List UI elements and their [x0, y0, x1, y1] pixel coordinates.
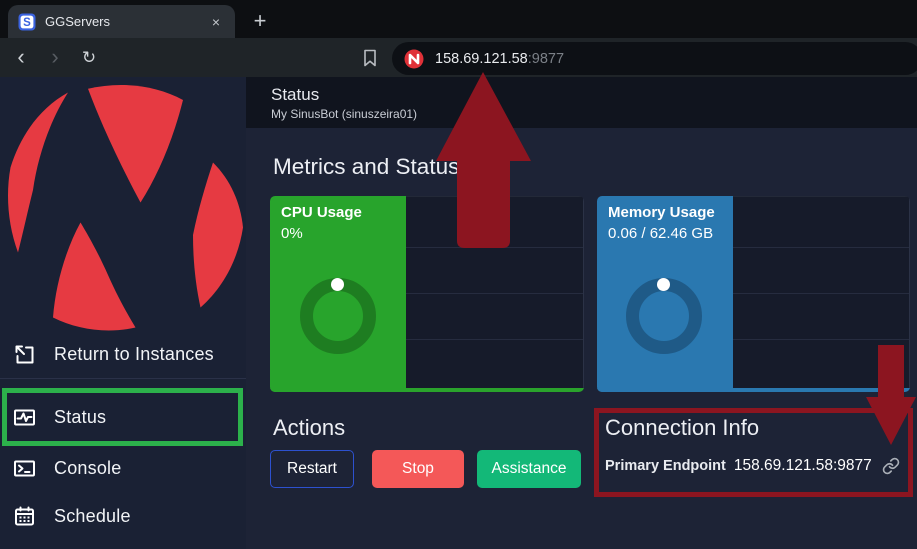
url-host[interactable]: 158.69.121.58	[435, 51, 528, 67]
connection-info-heading: Connection Info	[605, 415, 759, 441]
endpoint-label: Primary Endpoint	[605, 458, 726, 474]
sidebar-item-return-to-instances[interactable]: Return to Instances	[0, 338, 246, 370]
gridline	[406, 247, 583, 248]
back-button[interactable]: ‹	[8, 44, 34, 70]
memory-usage-chart	[733, 196, 910, 388]
sinusbot-favicon-icon	[404, 49, 424, 69]
sidebar-item-label: Console	[54, 458, 121, 479]
url-bar[interactable]: 158.69.121.58:9877	[392, 42, 917, 75]
cpu-usage-chart	[406, 196, 584, 388]
new-tab-button[interactable]: +	[247, 8, 273, 34]
cpu-gauge-indicator	[331, 278, 344, 291]
assistance-button[interactable]: Assistance	[477, 450, 581, 488]
tab-close-icon[interactable]: ×	[207, 13, 225, 31]
sidebar-item-schedule[interactable]: Schedule	[0, 500, 246, 532]
memory-gauge-indicator	[657, 278, 670, 291]
console-terminal-icon	[13, 457, 36, 480]
page-header: Status My SinusBot (sinuszeira01)	[246, 77, 917, 128]
cpu-usage-card: CPU Usage 0%	[270, 196, 584, 392]
link-icon[interactable]	[882, 457, 900, 475]
gridline	[406, 293, 583, 294]
sinusbot-logo	[0, 85, 248, 335]
browser-tab[interactable]: S GGServers ×	[8, 5, 235, 38]
cpu-usage-title: CPU Usage	[281, 204, 362, 221]
memory-usage-title: Memory Usage	[608, 204, 715, 221]
sidebar: Return to Instances Status Console	[0, 77, 246, 549]
bookmark-icon[interactable]	[360, 48, 380, 68]
calendar-icon	[13, 505, 36, 528]
url-port: :9877	[528, 51, 564, 67]
endpoint-value: 158.69.121.58:9877	[734, 457, 872, 475]
page-title: Status	[271, 85, 319, 105]
main-content: Status My SinusBot (sinuszeira01) Metric…	[246, 77, 917, 549]
sidebar-item-label: Status	[54, 407, 106, 428]
ggservers-favicon-icon: S	[18, 13, 36, 31]
browser-tab-bar: S GGServers × +	[0, 0, 917, 38]
memory-usage-value: 0.06 / 62.46 GB	[608, 225, 713, 242]
gridline	[733, 293, 909, 294]
svg-text:S: S	[23, 17, 31, 29]
sidebar-item-status[interactable]: Status	[0, 401, 246, 433]
actions-heading: Actions	[273, 415, 345, 441]
return-expand-icon	[13, 343, 36, 366]
sidebar-divider	[0, 378, 246, 379]
sidebar-item-label: Return to Instances	[54, 344, 214, 365]
gridline	[406, 339, 583, 340]
screen: S GGServers × + ‹ › ↻ 158.69.121.58:9877	[0, 0, 917, 549]
primary-endpoint-row: Primary Endpoint 158.69.121.58:9877	[605, 455, 900, 476]
sidebar-item-label: Schedule	[54, 506, 131, 527]
gridline	[733, 247, 909, 248]
forward-button[interactable]: ›	[42, 44, 68, 70]
restart-button[interactable]: Restart	[270, 450, 354, 488]
sidebar-item-console[interactable]: Console	[0, 452, 246, 484]
page-subtitle: My SinusBot (sinuszeira01)	[271, 107, 417, 121]
stop-button[interactable]: Stop	[372, 450, 464, 488]
memory-usage-card: Memory Usage 0.06 / 62.46 GB	[597, 196, 910, 392]
tab-title: GGServers	[45, 14, 207, 29]
status-graph-icon	[13, 406, 36, 429]
gridline	[733, 339, 909, 340]
cpu-usage-value: 0%	[281, 225, 303, 242]
reload-button[interactable]: ↻	[76, 44, 102, 70]
metrics-section-title: Metrics and Status	[273, 154, 459, 180]
